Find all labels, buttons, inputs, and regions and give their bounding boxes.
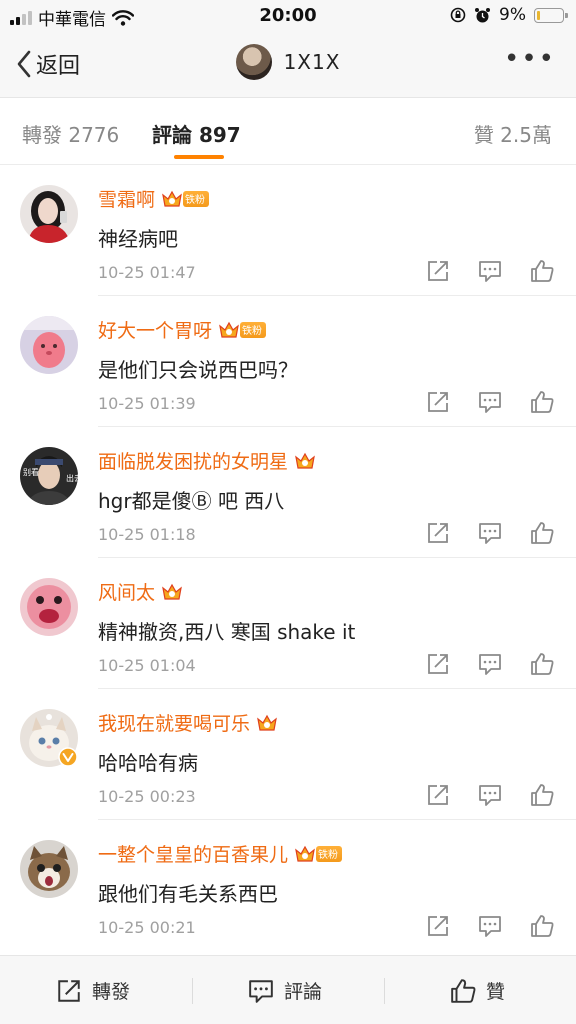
tab-bar: 轉發 2776 評論 897 贊 2.5萬 xyxy=(0,99,576,165)
fan-badge-label: 铁粉 xyxy=(316,845,343,862)
avatar-text-left: 别看 xyxy=(23,468,39,477)
comment-item: 我现在就要喝可乐 哈哈哈有病 10-25 00:23 xyxy=(0,689,576,820)
avatar-image: 别看 出去 xyxy=(20,447,78,505)
avatar[interactable] xyxy=(20,578,78,636)
comment-time: 10-25 01:39 xyxy=(98,394,196,413)
avatar-image xyxy=(20,578,78,636)
nav-profile[interactable]: 1X1X xyxy=(0,44,576,80)
share-icon[interactable] xyxy=(426,783,450,807)
reply-icon[interactable] xyxy=(478,259,502,283)
share-icon[interactable] xyxy=(426,259,450,283)
comment-username[interactable]: 一整个皇皇的百香果儿 xyxy=(98,840,288,867)
crown-icon xyxy=(162,190,182,207)
avatar-text-right: 出去 xyxy=(66,473,78,483)
avatar-image xyxy=(20,185,78,243)
avatar[interactable]: 别看 出去 xyxy=(20,447,78,505)
lock-rotation-icon xyxy=(450,7,466,23)
comment-username[interactable]: 雪霜啊 xyxy=(98,185,155,212)
comment-text: 跟他们有毛关系西巴 xyxy=(98,882,278,906)
comment-text: 神经病吧 xyxy=(98,227,178,251)
status-icons: 9% xyxy=(450,5,568,25)
share-icon[interactable] xyxy=(426,390,450,414)
fan-badge: 铁粉 xyxy=(161,189,210,209)
comment-item: 风间太 精神撤资,西八 寒国 shake it 10-25 01:04 xyxy=(0,558,576,689)
verified-icon xyxy=(58,747,78,767)
comment-text: hgr都是傻Ⓑ 吧 西八 xyxy=(98,489,285,513)
like-icon xyxy=(451,978,476,1003)
comment-time: 10-25 01:47 xyxy=(98,263,196,282)
like-button[interactable]: 贊 xyxy=(450,956,505,1024)
comment-username[interactable]: 面临脱发困扰的女明星 xyxy=(98,447,288,474)
comment-item: 一整个皇皇的百香果儿 铁粉 跟他们有毛关系西巴 10-25 00:21 xyxy=(0,820,576,951)
reply-icon[interactable] xyxy=(478,914,502,938)
comment-time: 10-25 01:18 xyxy=(98,525,196,544)
fan-badge: 铁粉 xyxy=(294,844,343,864)
page-title: 1X1X xyxy=(283,50,341,74)
comment-username[interactable]: 我现在就要喝可乐 xyxy=(98,709,250,736)
like-label: 贊 xyxy=(486,981,506,1003)
bottom-action-bar: 轉發 評論 贊 xyxy=(0,955,576,1024)
comment-text: 精神撤资,西八 寒国 shake it xyxy=(98,620,356,644)
divider xyxy=(384,978,385,1004)
status-bar: 中華電信 20:00 9% xyxy=(0,0,576,30)
like-icon[interactable] xyxy=(530,521,554,545)
avatar[interactable] xyxy=(20,840,78,898)
comment-text: 哈哈哈有病 xyxy=(98,751,198,775)
avatar-image xyxy=(20,316,78,374)
fan-badge: 铁粉 xyxy=(218,320,267,340)
fan-badge-label: 铁粉 xyxy=(240,321,267,338)
reply-icon[interactable] xyxy=(478,652,502,676)
tab-comments[interactable]: 評論 897 xyxy=(152,119,241,148)
tab-likes[interactable]: 贊 2.5萬 xyxy=(474,119,552,148)
crown-icon xyxy=(295,452,315,469)
comment-item: 别看 出去 面临脱发困扰的女明星 hgr都是傻Ⓑ 吧 西八 10-25 01:1… xyxy=(0,427,576,558)
battery-percent: 9% xyxy=(499,5,526,25)
comment-button[interactable]: 評論 xyxy=(248,956,322,1024)
like-icon[interactable] xyxy=(530,914,554,938)
reply-icon[interactable] xyxy=(478,521,502,545)
comment-username[interactable]: 风间太 xyxy=(98,578,155,605)
avatar[interactable] xyxy=(20,316,78,374)
tab-repost[interactable]: 轉發 2776 xyxy=(22,119,119,148)
comment-label: 評論 xyxy=(284,981,323,1003)
share-icon[interactable] xyxy=(426,652,450,676)
avatar[interactable] xyxy=(235,44,272,80)
comment-text: 是他们只会说西巴吗？ xyxy=(98,358,298,382)
more-icon[interactable]: ••• xyxy=(504,46,556,72)
comment-time: 10-25 00:21 xyxy=(98,918,196,937)
share-icon[interactable] xyxy=(426,914,450,938)
alarm-icon xyxy=(475,7,491,22)
like-icon[interactable] xyxy=(530,652,554,676)
avatar[interactable] xyxy=(20,185,78,243)
comment-item: 雪霜啊 铁粉 神经病吧 10-25 01:47 xyxy=(0,165,576,296)
comment-time: 10-25 00:23 xyxy=(98,787,196,806)
reply-icon[interactable] xyxy=(478,783,502,807)
repost-label: 轉發 xyxy=(92,981,131,1003)
like-icon[interactable] xyxy=(530,390,554,414)
crown-icon xyxy=(162,583,182,600)
crown-icon xyxy=(219,321,239,338)
like-icon[interactable] xyxy=(530,783,554,807)
comment-time: 10-25 01:04 xyxy=(98,656,196,675)
repost-icon xyxy=(58,979,80,1002)
like-icon[interactable] xyxy=(530,259,554,283)
avatar-image xyxy=(20,840,78,898)
comment-icon xyxy=(249,979,273,1003)
comment-list: 雪霜啊 铁粉 神经病吧 10-25 01:47 好大一个胃呀 铁粉 是他们只会说… xyxy=(0,165,576,955)
comment-item: 好大一个胃呀 铁粉 是他们只会说西巴吗？ 10-25 01:39 xyxy=(0,296,576,427)
repost-button[interactable]: 轉發 xyxy=(56,956,130,1024)
divider xyxy=(192,978,193,1004)
battery-icon xyxy=(534,7,568,23)
crown-icon xyxy=(257,714,277,731)
nav-bar: 返回 1X1X ••• xyxy=(0,30,576,98)
comment-username[interactable]: 好大一个胃呀 xyxy=(98,316,212,343)
tab-active-indicator xyxy=(174,155,224,159)
share-icon[interactable] xyxy=(426,521,450,545)
reply-icon[interactable] xyxy=(478,390,502,414)
fan-badge-label: 铁粉 xyxy=(183,190,210,207)
crown-icon xyxy=(295,845,315,862)
